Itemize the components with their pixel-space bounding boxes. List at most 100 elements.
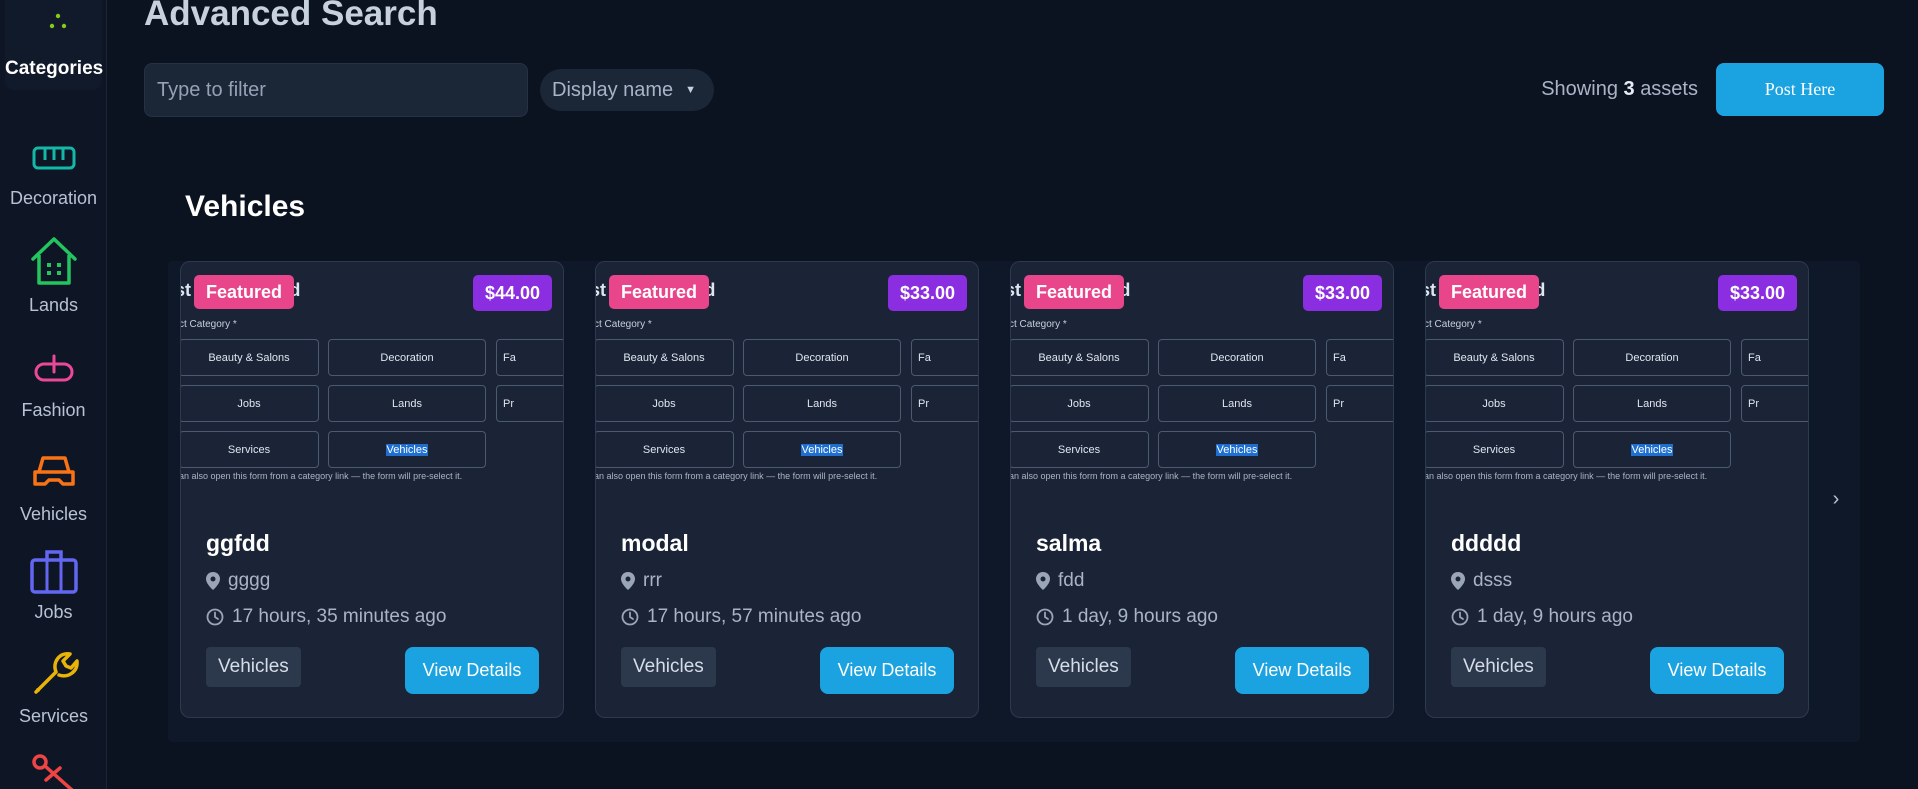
- decoration-icon: [32, 146, 75, 170]
- category-tag[interactable]: Vehicles: [1451, 647, 1546, 687]
- listing-time-text: 17 hours, 57 minutes ago: [647, 606, 862, 627]
- listing-title[interactable]: ggfdd: [206, 530, 270, 557]
- sidebar-item-lands[interactable]: Lands: [0, 235, 106, 316]
- thumbnail-option-label: Decoration: [1210, 351, 1264, 364]
- results-count-prefix: Showing: [1541, 78, 1618, 100]
- listing-card[interactable]: st Featured Ad ct Category * Beauty & Sa…: [1010, 261, 1394, 718]
- thumbnail-option-label: Beauty & Salons: [1453, 351, 1535, 364]
- price-badge: $33.00: [887, 275, 967, 311]
- fashion-icon: [34, 354, 73, 382]
- thumbnail-option: Vehicles: [1158, 431, 1316, 468]
- thumbnail-option-label: Pr: [503, 397, 514, 410]
- sidebar-item-jobs[interactable]: Jobs: [0, 548, 106, 623]
- thumbnail-option-label: Services: [1057, 443, 1101, 456]
- thumbnail-option-label: Fa: [1333, 351, 1346, 364]
- thumbnail-option-label: Services: [227, 443, 271, 456]
- thumbnail-option: Beauty & Salons: [181, 339, 319, 376]
- map-pin-icon: [621, 572, 635, 590]
- thumbnail-option-label: Lands: [392, 397, 422, 410]
- thumbnail-option: Pr: [1741, 385, 1808, 422]
- sidebar-item-more[interactable]: [0, 750, 106, 789]
- sidebar-categories-label: Categories: [5, 58, 104, 79]
- listing-time: 1 day, 9 hours ago: [1451, 606, 1633, 628]
- thumbnail-option-label: Lands: [807, 397, 837, 410]
- sidebar-item-vehicles[interactable]: Vehicles: [0, 452, 106, 525]
- listing-location-text: dsss: [1473, 570, 1513, 591]
- thumbnail-option-label: Beauty & Salons: [623, 351, 705, 364]
- thumbnail-option-label: Jobs: [1067, 397, 1091, 410]
- results-count-suffix: assets: [1640, 78, 1698, 100]
- thumbnail-option-label: Beauty & Salons: [208, 351, 290, 364]
- view-details-button[interactable]: View Details: [405, 647, 539, 694]
- thumbnail-subheading: ct Category *: [596, 319, 652, 330]
- thumbnail-option: Fa: [911, 339, 978, 376]
- thumbnail-option: Pr: [1326, 385, 1393, 422]
- scissors-icon: [31, 754, 73, 789]
- listing-time-text: 17 hours, 35 minutes ago: [232, 606, 447, 627]
- view-details-button[interactable]: View Details: [1650, 647, 1784, 694]
- thumbnail-option: Vehicles: [743, 431, 901, 468]
- listing-title[interactable]: modal: [621, 530, 689, 557]
- sidebar-categories-header[interactable]: Categories: [5, 0, 104, 90]
- listing-card[interactable]: st Featured Ad ct Category * Beauty & Sa…: [180, 261, 564, 718]
- map-pin-icon: [1036, 572, 1050, 590]
- filter-input[interactable]: [144, 63, 528, 117]
- thumbnail-option: Decoration: [1573, 339, 1731, 376]
- thumbnail-option: Jobs: [181, 385, 319, 422]
- thumbnail-option: Services: [1426, 431, 1564, 468]
- featured-badge: Featured: [609, 275, 710, 309]
- sidebar-item-decoration[interactable]: Decoration: [0, 140, 106, 209]
- car-icon: [32, 456, 75, 486]
- listing-title[interactable]: salma: [1036, 530, 1101, 557]
- post-here-button[interactable]: Post Here: [1716, 63, 1884, 116]
- sidebar-item-label: Services: [18, 706, 89, 726]
- featured-badge: Featured: [1024, 275, 1125, 309]
- results-count-number: 3: [1623, 78, 1635, 100]
- price-badge: $44.00: [472, 275, 552, 311]
- thumbnail-option: Services: [596, 431, 734, 468]
- listing-location: fdd: [1036, 570, 1084, 592]
- listing-location-text: fdd: [1058, 570, 1085, 591]
- thumbnail-option-label: Beauty & Salons: [1038, 351, 1120, 364]
- sort-dropdown[interactable]: Display name ▼: [540, 69, 715, 111]
- category-tag[interactable]: Vehicles: [621, 647, 716, 687]
- clock-icon: [621, 608, 639, 626]
- clock-icon: [1451, 608, 1469, 626]
- thumbnail-option-label: Services: [1472, 443, 1516, 456]
- featured-badge: Featured: [194, 275, 295, 309]
- sidebar-item-services[interactable]: Services: [0, 648, 106, 727]
- thumbnail-option-label: Pr: [1333, 397, 1344, 410]
- map-pin-icon: [206, 572, 220, 590]
- view-details-button[interactable]: View Details: [820, 647, 954, 694]
- thumbnail-option-label: Jobs: [652, 397, 676, 410]
- thumbnail-option: Fa: [1326, 339, 1393, 376]
- sidebar-item-label: Decoration: [9, 188, 98, 208]
- sidebar-item-label: Fashion: [21, 400, 86, 420]
- price-badge: $33.00: [1302, 275, 1382, 311]
- thumbnail-option: Jobs: [1011, 385, 1149, 422]
- category-tag[interactable]: Vehicles: [206, 647, 301, 687]
- sidebar-item-label: Jobs: [34, 602, 73, 622]
- category-tag[interactable]: Vehicles: [1036, 647, 1131, 687]
- listing-location-text: rrr: [643, 570, 662, 591]
- thumbnail-note: an also open this form from a category l…: [1426, 471, 1708, 481]
- listing-title[interactable]: ddddd: [1451, 530, 1521, 557]
- thumbnail-option-label: Vehicles: [1215, 443, 1259, 456]
- carousel-next-arrow[interactable]: ›: [1826, 488, 1846, 518]
- thumbnail-option: Lands: [1573, 385, 1731, 422]
- thumbnail-option: Lands: [328, 385, 486, 422]
- listing-location: dsss: [1451, 570, 1512, 592]
- map-pin-icon: [1451, 572, 1465, 590]
- thumbnail-option-label: Decoration: [1625, 351, 1679, 364]
- thumbnail-option-label: Jobs: [1482, 397, 1506, 410]
- clock-icon: [1036, 608, 1054, 626]
- categories-icon: [49, 13, 67, 29]
- section-title: Vehicles: [185, 190, 306, 223]
- sidebar-item-label: Lands: [28, 295, 79, 315]
- house-icon: [30, 237, 77, 285]
- listing-card[interactable]: st Featured Ad ct Category * Beauty & Sa…: [595, 261, 979, 718]
- sidebar-item-fashion[interactable]: Fashion: [0, 352, 106, 421]
- listing-card[interactable]: st Featured Ad ct Category * Beauty & Sa…: [1425, 261, 1809, 718]
- thumbnail-option: Jobs: [1426, 385, 1564, 422]
- view-details-button[interactable]: View Details: [1235, 647, 1369, 694]
